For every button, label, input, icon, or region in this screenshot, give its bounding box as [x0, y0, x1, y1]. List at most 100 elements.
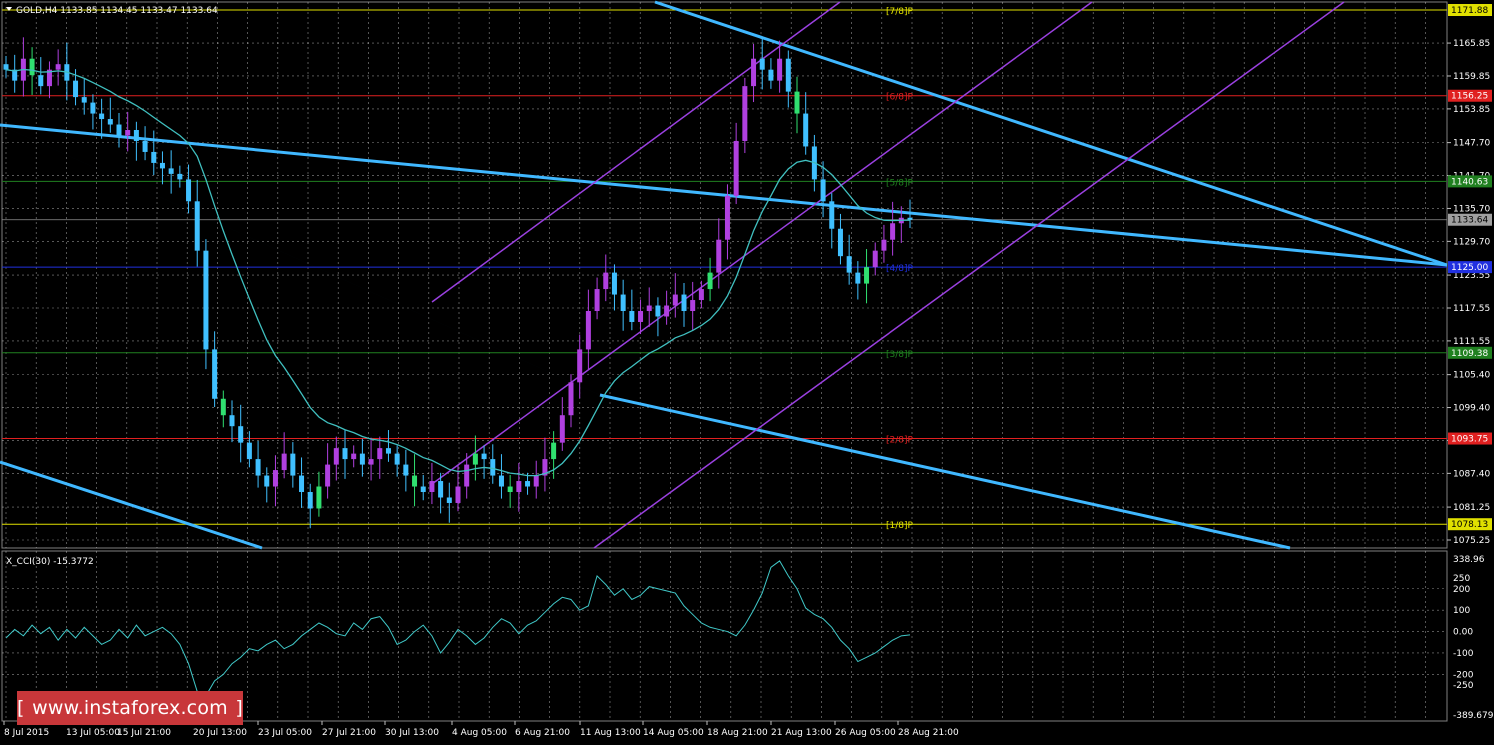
cci-tick-label: 100: [1453, 606, 1470, 616]
cci-tick-label: 338.96: [1453, 555, 1485, 565]
candle-body: [785, 58, 791, 92]
candle-body: [525, 481, 531, 487]
y-tick-label: 1099.40: [1453, 404, 1490, 414]
price-label-text: 1171.88: [1451, 6, 1488, 16]
x-tick-label: 28 Aug 21:00: [898, 728, 959, 738]
candle-body: [820, 179, 826, 202]
candle-body: [351, 453, 357, 460]
candle-body: [125, 130, 131, 136]
candle-body: [133, 130, 139, 141]
x-tick-label: 15 Jul 21:00: [117, 728, 171, 738]
candle-body: [116, 124, 122, 136]
watermark-close-bracket: ]: [235, 697, 243, 719]
cci-tick-label: -200: [1453, 670, 1474, 680]
price-chart[interactable]: 1165.851159.851153.851147.701141.701135.…: [0, 0, 1494, 741]
murrey-label: [5/8]P: [886, 178, 914, 188]
candle-body: [837, 228, 843, 257]
x-tick-label: 23 Jul 05:00: [258, 728, 312, 738]
candle-body: [246, 442, 252, 460]
candle-body: [707, 272, 713, 290]
murrey-label: [4/8]P: [886, 264, 914, 274]
candle-body: [29, 58, 35, 76]
x-tick-label: 4 Aug 05:00: [452, 728, 507, 738]
candle-body: [55, 64, 61, 70]
candle-body: [855, 272, 861, 284]
candle-body: [716, 239, 722, 273]
candle-body: [3, 64, 9, 70]
falling-channel-lower: [599, 393, 1291, 550]
cci-line: [5, 560, 911, 697]
candle-body: [412, 475, 418, 487]
x-tick-label: 14 Aug 05:00: [643, 728, 704, 738]
candle-body: [272, 470, 278, 487]
candle-body: [316, 486, 322, 509]
candle-body: [229, 415, 235, 427]
candle-body: [629, 311, 635, 322]
y-tick-label: 1135.70: [1453, 204, 1490, 214]
y-tick-label: 1159.85: [1453, 72, 1490, 82]
symbol-header: GOLD,H4 1133.85 1134.45 1133.47 1133.64: [16, 6, 218, 16]
candle-body: [325, 464, 331, 487]
candle-body: [777, 58, 783, 81]
candle-body: [203, 250, 209, 350]
x-tick-label: 13 Jul 05:00: [66, 728, 120, 738]
candle-body: [803, 113, 809, 147]
candle-body: [872, 250, 878, 268]
x-tick-label: 18 Aug 21:00: [707, 728, 768, 738]
candle-body: [99, 113, 105, 120]
y-tick-label: 1075.25: [1453, 536, 1490, 546]
candle-body: [194, 201, 200, 251]
x-tick-label: 8 Jul 2015: [4, 728, 49, 738]
price-label-text: 1125.00: [1451, 263, 1488, 273]
price-label-text: 1140.63: [1451, 177, 1488, 187]
candle-body: [698, 289, 704, 301]
candle-body: [603, 272, 609, 290]
candle-body: [568, 382, 574, 416]
candle-body: [177, 173, 183, 180]
candle-body: [220, 398, 226, 416]
candle-body: [342, 448, 348, 460]
candle-body: [620, 294, 626, 312]
candle-body: [611, 272, 617, 295]
candle-body: [429, 481, 435, 493]
candle-body: [794, 91, 800, 114]
candle-body: [551, 442, 557, 460]
candle-body: [472, 453, 478, 465]
candle-body: [38, 75, 44, 87]
murrey-label: [1/8]P: [886, 521, 914, 531]
candle-body: [672, 294, 678, 306]
candle-body: [664, 305, 670, 317]
candle-body: [255, 459, 261, 476]
falling-channel-upper: [0, 123, 1448, 267]
candle-body: [307, 492, 313, 509]
candle-body: [655, 305, 661, 317]
y-tick-label: 1087.40: [1453, 469, 1490, 479]
cci-tick-label: 250: [1453, 574, 1470, 584]
candle-body: [533, 475, 539, 487]
candle-body: [733, 140, 739, 196]
candle-body: [881, 239, 887, 251]
falling-channel-lower-left: [0, 460, 263, 550]
candle-body: [107, 119, 113, 125]
x-tick-label: 20 Jul 13:00: [193, 728, 247, 738]
hidden-helper: [0, 124, 601, 396]
y-tick-label: 1165.85: [1453, 39, 1490, 49]
y-tick-label: 1105.40: [1453, 371, 1490, 381]
candle-body: [446, 497, 452, 503]
price-label-text: 1156.25: [1451, 92, 1488, 102]
murrey-label: [6/8]P: [886, 93, 914, 103]
candle-body: [768, 69, 774, 81]
candle-body: [681, 294, 687, 312]
y-tick-label: 1081.25: [1453, 503, 1490, 513]
x-tick-label: 21 Aug 13:00: [771, 728, 832, 738]
candle-body: [359, 453, 365, 465]
candle-body: [890, 223, 896, 240]
candle-body: [498, 475, 504, 487]
x-tick-label: 27 Jul 21:00: [322, 728, 376, 738]
cci-tick-label: -250: [1453, 681, 1474, 691]
price-label-text: 1078.13: [1451, 520, 1488, 530]
cci-tick-label: 200: [1453, 585, 1470, 595]
candle-body: [168, 168, 174, 174]
murrey-label: [7/8]P: [886, 7, 914, 17]
cci-tick-label: 0.00: [1453, 628, 1473, 638]
